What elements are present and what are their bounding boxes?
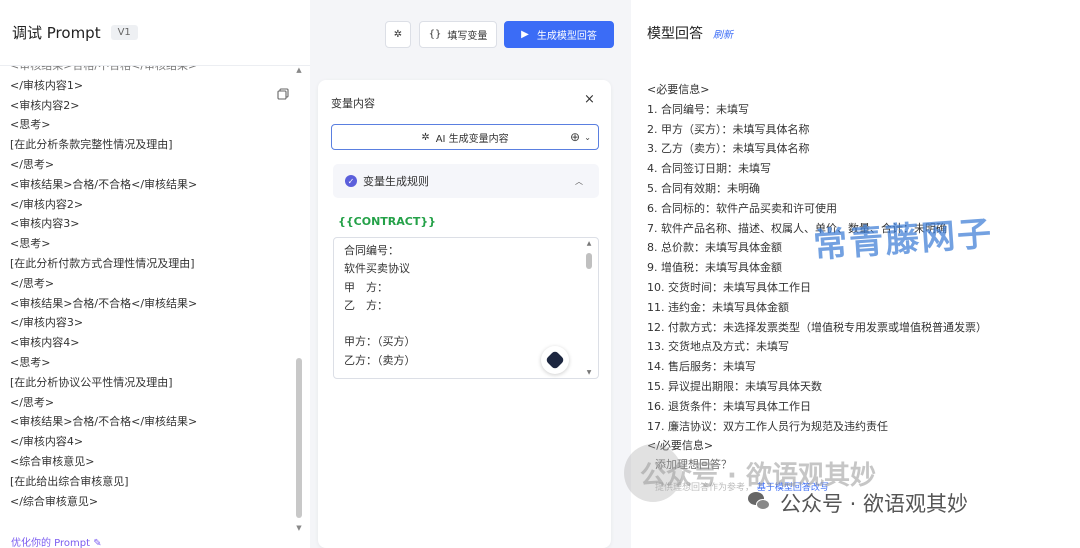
prompt-line: [在此给出综合审核意见] — [10, 474, 129, 488]
wand-icon: ✎ — [93, 538, 102, 548]
prompt-line: <审核结果>合格/不合格</审核结果> — [10, 66, 282, 76]
prompt-line: </思考> — [10, 157, 55, 171]
prompt-line: </审核内容3> — [10, 316, 84, 330]
prompt-line: </审核内容2> — [10, 197, 84, 211]
response-line: 4. 合同签订日期：未填写 — [647, 162, 771, 176]
sparkle-icon: ✲ — [393, 29, 403, 40]
fill-variables-button[interactable]: {} 填写变量 — [419, 21, 497, 48]
prompt-line: [在此分析条款完整性情况及理由] — [10, 138, 173, 152]
braces-icon: {} — [428, 29, 442, 40]
prompt-line: </审核内容4> — [10, 435, 84, 449]
sparkle-icon: ✲ — [421, 131, 430, 143]
response-line: </必要信息> — [647, 439, 714, 453]
variables-panel-title: 变量内容 — [331, 97, 375, 110]
model-response-text: <必要信息> 1. 合同编号：未填写 2. 甲方（买方）：未填写具体名称 3. 乙方（… — [647, 80, 1067, 456]
prompt-line: <思考> — [10, 355, 51, 369]
watermark-official-account: 公众号 · 欲语观其妙 — [780, 492, 969, 516]
response-line: 15. 异议提出期限：未填写具体天数 — [647, 379, 822, 393]
prompt-line: <思考> — [10, 118, 51, 132]
generate-answer-button[interactable]: ▶ 生成模型回答 — [504, 21, 614, 48]
generate-answer-label: 生成模型回答 — [536, 31, 597, 42]
watermark-gray-text: 公众号 · 欲语观其妙 — [640, 461, 876, 491]
answer-header: 模型回答 刷新 — [631, 0, 1080, 66]
sparkle-button[interactable]: ✲ — [385, 21, 411, 48]
copy-icon[interactable] — [277, 88, 289, 100]
prompt-scrollbar[interactable]: ▲ ▼ — [294, 66, 304, 532]
response-line: 5. 合同有效期：未明确 — [647, 181, 760, 195]
prompt-line: <审核结果>合格/不合格</审核结果> — [10, 296, 198, 310]
check-circle-icon: ✓ — [345, 175, 357, 187]
prompt-line: <思考> — [10, 237, 51, 251]
version-badge: V1 — [110, 25, 138, 40]
scroll-down-arrow-icon[interactable]: ▼ — [294, 524, 304, 532]
optimize-prompt-link[interactable]: 优化你的 Prompt ✎ — [11, 534, 102, 548]
variable-line — [334, 315, 598, 333]
scroll-down-arrow-icon[interactable]: ▼ — [584, 369, 594, 376]
variable-name: {{CONTRACT}} — [338, 215, 437, 228]
response-line: 13. 交货地点及方式：未填写 — [647, 340, 789, 354]
response-line: 10. 交货时间：未填写具体工作日 — [647, 280, 811, 294]
response-line: 2. 甲方（买方）：未填写具体名称 — [647, 122, 810, 136]
scroll-up-arrow-icon[interactable]: ▲ — [294, 66, 304, 74]
response-line: <必要信息> — [647, 83, 710, 96]
response-line: 17. 廉洁协议：双方工作人员行为规范及违约责任 — [647, 419, 888, 433]
ai-generate-variables-button[interactable]: ✲ AI 生成变量内容 ⊕ ⌄ — [331, 124, 599, 150]
prompt-line: <综合审核意见> — [10, 454, 95, 468]
prompt-line: <审核内容4> — [10, 336, 80, 350]
variable-scrollbar[interactable]: ▲ ▼ — [584, 240, 594, 376]
scroll-up-arrow-icon[interactable]: ▲ — [584, 240, 594, 247]
close-icon[interactable]: × — [584, 92, 595, 107]
globe-icon[interactable]: ⊕ — [570, 130, 580, 144]
prompt-header: 调试 Prompt V1 — [0, 0, 310, 66]
coze-assistant-icon[interactable] — [541, 346, 569, 374]
variables-panel: 变量内容 × ✲ AI 生成变量内容 ⊕ ⌄ ✓ 变量生成规则 ︿ {{CONT… — [318, 80, 611, 548]
prompt-line: <审核结果>合格/不合格</审核结果> — [10, 177, 198, 191]
chevron-down-icon[interactable]: ⌄ — [584, 133, 591, 142]
prompt-line: </综合审核意见> — [10, 494, 99, 508]
variable-line: 甲 方： — [344, 280, 388, 294]
prompt-line: </审核内容1> — [10, 78, 84, 92]
variable-line: 合同编号： — [344, 244, 399, 257]
prompt-line: [在此分析付款方式合理性情况及理由] — [10, 256, 195, 270]
wechat-icon — [748, 492, 772, 514]
variable-rules-toggle[interactable]: ✓ 变量生成规则 ︿ — [333, 164, 599, 198]
optimize-prompt-label: 优化你的 Prompt — [11, 538, 91, 548]
prompt-editor[interactable]: <审核结果>合格/不合格</审核结果> </审核内容1> <审核内容2> <思考> [在… — [0, 66, 292, 524]
ai-generate-label: AI 生成变量内容 — [435, 133, 509, 145]
fill-variables-label: 填写变量 — [447, 31, 488, 42]
scrollbar-thumb[interactable] — [586, 253, 592, 269]
prompt-line: <审核内容2> — [10, 98, 80, 112]
response-line: 3. 乙方（卖方）：未填写具体名称 — [647, 142, 810, 156]
chevron-up-icon[interactable]: ︿ — [575, 176, 583, 187]
response-line: 14. 售后服务：未填写 — [647, 360, 756, 374]
variable-line: 软件买卖协议 — [344, 262, 410, 276]
play-icon: ▶ — [521, 29, 529, 40]
answer-title: 模型回答 — [647, 26, 703, 42]
prompt-line: <审核结果>合格/不合格</审核结果> — [10, 415, 198, 429]
prompt-debug-pane: 调试 Prompt V1 <审核结果>合格/不合格</审核结果> </审核内容1>… — [0, 0, 310, 548]
scrollbar-thumb[interactable] — [296, 358, 302, 518]
prompt-line: <审核内容3> — [10, 217, 80, 231]
prompt-line: </思考> — [10, 395, 55, 409]
variable-line: 乙 方： — [344, 298, 388, 312]
response-line: 12. 付款方式：未选择发票类型（增值税专用发票或增值税普通发票） — [647, 320, 987, 334]
variable-rules-label: 变量生成规则 — [363, 175, 429, 188]
prompt-line: [在此分析协议公平性情况及理由] — [10, 375, 173, 389]
response-line: 1. 合同编号：未填写 — [647, 102, 749, 116]
response-line: 11. 违约金：未填写具体金额 — [647, 300, 789, 314]
page-title: 调试 Prompt — [12, 24, 101, 42]
response-line: 16. 退货条件：未填写具体工作日 — [647, 399, 811, 413]
prompt-line: </思考> — [10, 276, 55, 290]
refresh-link[interactable]: 刷新 — [713, 26, 733, 41]
